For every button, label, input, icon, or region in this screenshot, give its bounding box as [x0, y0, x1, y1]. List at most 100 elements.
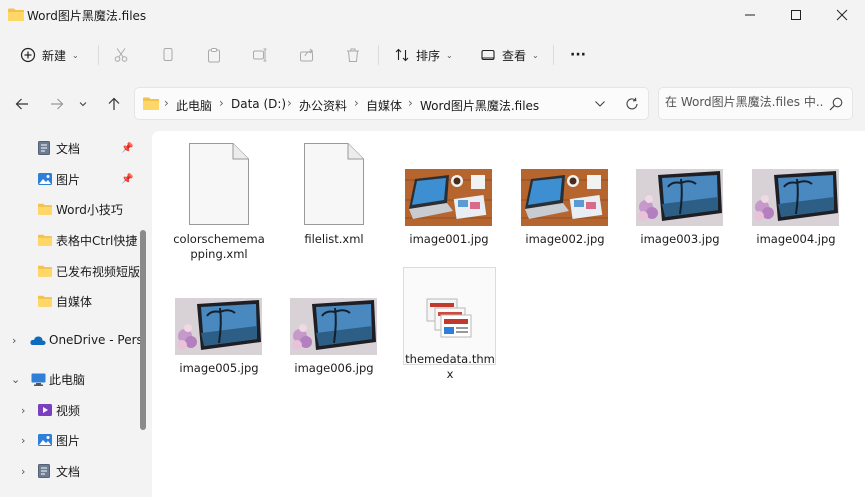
- sort-icon: [395, 48, 409, 62]
- file-item[interactable]: themedata.thmx: [402, 272, 498, 392]
- image-thumbnail: [405, 169, 492, 226]
- chevron-right-icon[interactable]: ›: [21, 434, 25, 447]
- close-icon: [836, 9, 848, 21]
- rename-button[interactable]: [252, 36, 268, 74]
- search-icon[interactable]: [829, 97, 843, 111]
- breadcrumb-office[interactable]: 办公资料: [299, 97, 347, 114]
- folder-icon: [38, 295, 52, 307]
- arrow-up-icon: [108, 97, 120, 110]
- search-input[interactable]: [665, 95, 823, 109]
- image-thumbnail: [752, 169, 839, 226]
- more-options-button[interactable]: ···: [570, 36, 586, 74]
- arrow-right-icon: [51, 98, 64, 110]
- chevron-down-icon: ⌄: [446, 50, 453, 60]
- up-button[interactable]: [101, 90, 127, 118]
- breadcrumb-current-folder[interactable]: Word图片黑魔法.files: [420, 97, 539, 114]
- file-item[interactable]: image005.jpg: [171, 272, 267, 392]
- file-name: image003.jpg: [640, 232, 720, 246]
- breadcrumb-data-drive[interactable]: Data (D:): [231, 97, 286, 111]
- sidebar-item-published-videos[interactable]: 已发布视频短版: [0, 257, 140, 285]
- chevron-right-icon: ›: [408, 96, 413, 110]
- picture-icon: [38, 434, 52, 446]
- file-item[interactable]: image004.jpg: [748, 143, 844, 263]
- folder-icon: [38, 203, 52, 215]
- sidebar-item-label: 表格中Ctrl快捷: [56, 233, 138, 248]
- sidebar-item-documents-pc[interactable]: › 文档: [0, 457, 140, 485]
- sidebar-item-label: Word小技巧: [56, 202, 123, 217]
- chevron-right-icon[interactable]: ›: [21, 404, 25, 417]
- file-name: image001.jpg: [409, 232, 489, 246]
- search-box[interactable]: [658, 87, 853, 120]
- file-item[interactable]: colorschememapping.xml: [171, 143, 267, 263]
- refresh-icon[interactable]: [625, 97, 639, 111]
- maximize-icon: [791, 10, 801, 20]
- breadcrumb-media[interactable]: 自媒体: [366, 97, 402, 114]
- sidebar-item-pictures[interactable]: 图片 📌: [0, 165, 140, 193]
- file-item[interactable]: image001.jpg: [401, 143, 497, 263]
- document-icon: [38, 464, 50, 478]
- sidebar-item-label: 视频: [56, 403, 81, 418]
- copy-button[interactable]: [160, 36, 176, 74]
- delete-button[interactable]: [345, 36, 361, 74]
- forward-button[interactable]: [44, 90, 70, 118]
- chevron-right-icon[interactable]: ›: [12, 334, 16, 347]
- chevron-down-icon[interactable]: [594, 99, 606, 109]
- file-item[interactable]: image006.jpg: [286, 272, 382, 392]
- presentation-theme-icon: [426, 298, 472, 338]
- file-item[interactable]: image002.jpg: [517, 143, 613, 263]
- chevron-right-icon[interactable]: ›: [21, 465, 25, 478]
- share-button[interactable]: [299, 36, 315, 74]
- minimize-icon: [745, 14, 755, 16]
- cloud-icon: [30, 336, 46, 345]
- view-button[interactable]: 查看 ⌄: [480, 36, 539, 74]
- chevron-down-icon: ⌄: [532, 50, 539, 60]
- sidebar-item-table-ctrl[interactable]: 表格中Ctrl快捷: [0, 226, 140, 254]
- copy-icon: [163, 48, 173, 61]
- image-thumbnail: [636, 169, 723, 226]
- new-label: 新建: [42, 48, 67, 63]
- sidebar-item-pictures-pc[interactable]: › 图片: [0, 426, 140, 454]
- sidebar-item-videos[interactable]: › 视频: [0, 396, 140, 424]
- file-item[interactable]: filelist.xml: [286, 143, 382, 263]
- sidebar-item-label: 已发布视频短版: [56, 264, 140, 279]
- chevron-down-icon: ⌄: [72, 50, 79, 60]
- sidebar-item-this-pc[interactable]: ⌄ 此电脑: [0, 365, 140, 393]
- paste-button[interactable]: [206, 36, 222, 74]
- view-label: 查看: [502, 48, 527, 63]
- chevron-right-icon: ›: [164, 96, 169, 110]
- file-name: filelist.xml: [304, 232, 364, 246]
- file-name: image006.jpg: [294, 361, 374, 375]
- back-button[interactable]: [9, 90, 35, 118]
- generic-file-icon: [189, 143, 249, 225]
- sidebar-item-word-tips[interactable]: Word小技巧: [0, 195, 140, 223]
- folder-icon: [38, 234, 52, 246]
- sort-button[interactable]: 排序 ⌄: [394, 36, 453, 74]
- breadcrumb-this-pc[interactable]: 此电脑: [176, 97, 212, 114]
- divider: [378, 45, 379, 65]
- file-name: image002.jpg: [525, 232, 605, 246]
- scissors-icon: [114, 48, 128, 62]
- generic-file-icon: [304, 143, 364, 225]
- close-button[interactable]: [819, 0, 865, 30]
- image-thumbnail: [290, 298, 377, 355]
- address-bar[interactable]: › 此电脑 › Data (D:) › 办公资料 › 自媒体 › Word图片黑…: [134, 87, 649, 120]
- sidebar-item-label: OneDrive - Pers: [49, 333, 140, 347]
- minimize-button[interactable]: [727, 0, 773, 30]
- rename-icon: [253, 48, 267, 62]
- image-thumbnail: [175, 298, 262, 355]
- divider: [553, 45, 554, 65]
- recent-locations-button[interactable]: [72, 90, 94, 118]
- sidebar-item-label: 文档: [56, 464, 81, 479]
- new-button[interactable]: 新建 ⌄: [20, 36, 79, 74]
- sidebar-item-media[interactable]: 自媒体: [0, 287, 140, 315]
- file-name: image004.jpg: [756, 232, 836, 246]
- sidebar-item-onedrive[interactable]: › OneDrive - Pers: [0, 326, 140, 354]
- clipboard-icon: [208, 48, 220, 63]
- divider: [98, 45, 99, 65]
- chevron-down-icon[interactable]: ⌄: [11, 373, 20, 386]
- sidebar-item-documents[interactable]: 文档 📌: [0, 134, 140, 162]
- cut-button[interactable]: [113, 36, 129, 74]
- file-item[interactable]: image003.jpg: [632, 143, 728, 263]
- sidebar-scrollbar[interactable]: [140, 230, 146, 430]
- maximize-button[interactable]: [773, 0, 819, 30]
